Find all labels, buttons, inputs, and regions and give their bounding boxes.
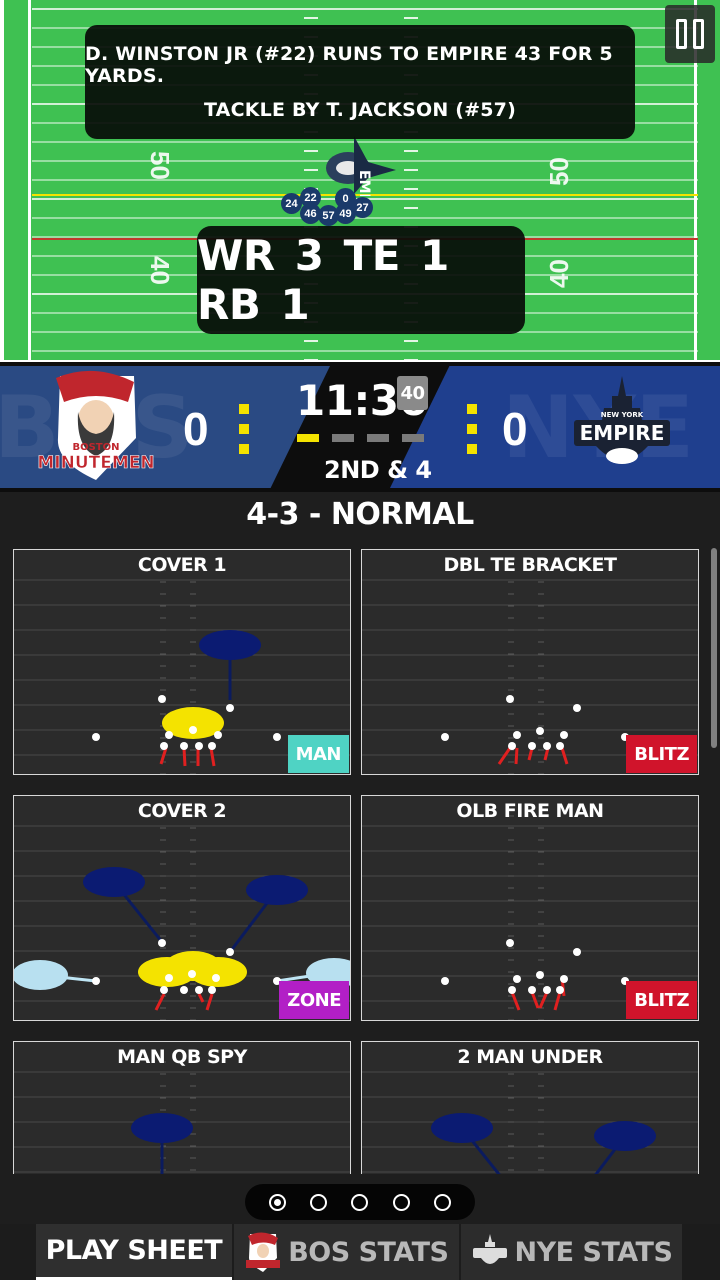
yard-line: [32, 350, 698, 352]
page-dot[interactable]: [310, 1193, 328, 1211]
coverage-tag: ZONE: [279, 981, 349, 1019]
hash-mark: [404, 207, 418, 209]
play-result-line-2: TACKLE BY T. JACKSON (#57): [203, 99, 516, 121]
play-title: 2 MAN UNDER: [457, 1046, 603, 1068]
page-indicator: [245, 1184, 475, 1220]
left-sideline: [28, 0, 31, 360]
hash-mark: [404, 359, 418, 361]
play-title: MAN QB SPY: [117, 1046, 247, 1068]
pause-button[interactable]: [665, 5, 715, 63]
down-marker: [402, 434, 424, 442]
down-marker: [332, 434, 354, 442]
home-timeouts: [239, 404, 249, 454]
away-timeouts: [467, 404, 477, 454]
page-dot[interactable]: [433, 1193, 451, 1211]
hash-mark: [404, 150, 418, 152]
away-score: 0: [502, 403, 528, 455]
play-result-line-1: D. WINSTON JR (#22) RUNS TO EMPIRE 43 FO…: [85, 43, 613, 87]
coverage-tag: MAN: [287, 735, 349, 773]
down-marker: [367, 434, 389, 442]
bottom-tab-bar: PLAY SHEET BOS STATS NYE STATS: [0, 1224, 720, 1280]
pause-icon: [676, 19, 687, 49]
home-team-line1: BOSTON: [72, 442, 119, 453]
scoreboard: BOS BOSTON MINUTEMEN 0 NYE 0 NEW YORK EM…: [0, 362, 720, 492]
tab-bos-stats[interactable]: BOS STATS: [234, 1224, 459, 1280]
hash-mark: [304, 150, 318, 152]
hash-mark: [304, 169, 318, 171]
new-york-empire-logo: [472, 1234, 507, 1264]
hash-mark: [304, 359, 318, 361]
play-card-man-qb-spy[interactable]: MAN QB SPY: [13, 1041, 351, 1174]
svg-text:EMPIRE: EMPIRE: [356, 170, 372, 196]
play-result-banner: D. WINSTON JR (#22) RUNS TO EMPIRE 43 FO…: [85, 25, 635, 139]
personnel-banner: WR 3 TE 1 RB 1: [197, 226, 525, 334]
hash-mark: [404, 17, 418, 19]
player-marker: 24: [281, 193, 302, 214]
yard-number: 50: [543, 157, 574, 186]
play-title: OLB FIRE MAN: [456, 800, 604, 822]
page-dot[interactable]: [392, 1193, 410, 1211]
page-dot[interactable]: [269, 1193, 287, 1211]
yard-number: 40: [543, 259, 574, 288]
away-team-line2: EMPIRE: [580, 421, 665, 445]
down-marker: [297, 434, 319, 442]
play-card-dbl-te-bracket[interactable]: DBL TE BRACKET BLITZ: [361, 549, 699, 775]
play-card-2-man-under[interactable]: 2 MAN UNDER: [361, 1041, 699, 1174]
boston-minutemen-logo: BOSTON MINUTEMEN: [38, 370, 154, 480]
tab-label: NYE STATS: [514, 1236, 673, 1268]
play-clock: 40: [397, 376, 428, 410]
scrollbar[interactable]: [711, 548, 717, 748]
tab-nye-stats[interactable]: NYE STATS: [460, 1224, 683, 1280]
play-title: COVER 1: [137, 554, 227, 576]
play-card-cover-1[interactable]: COVER 1 MAN: [13, 549, 351, 775]
play-sheet-grid: COVER 1 MAN DBL TE BRACKET BLITZ COVER 2…: [0, 548, 720, 1174]
player-marker: 27: [352, 197, 373, 218]
hash-mark: [304, 340, 318, 342]
yard-line: [32, 8, 698, 10]
play-title: DBL TE BRACKET: [443, 554, 617, 576]
play-title: COVER 2: [137, 800, 227, 822]
play-card-olb-fire-man[interactable]: OLB FIRE MAN BLITZ: [361, 795, 699, 1021]
new-york-empire-logo: NEW YORK EMPIRE: [574, 376, 670, 464]
boston-minutemen-logo: [246, 1232, 281, 1272]
yard-number: 40: [144, 256, 175, 285]
home-score: 0: [183, 403, 209, 455]
away-team-panel: NYE 0 NEW YORK EMPIRE: [390, 366, 720, 488]
hash-mark: [404, 188, 418, 190]
page-dot[interactable]: [351, 1193, 369, 1211]
coverage-tag: BLITZ: [626, 735, 697, 773]
field-view: 50 50 40 40 EMPIRE 24 22 46 57 0 49 27 D…: [0, 0, 720, 362]
home-team-line2: MINUTEMEN: [38, 453, 154, 473]
yard-number: 50: [144, 151, 175, 180]
hash-mark: [404, 340, 418, 342]
hash-mark: [304, 17, 318, 19]
tab-play-sheet[interactable]: PLAY SHEET: [35, 1224, 233, 1280]
tab-label: BOS STATS: [288, 1236, 449, 1268]
play-card-cover-2[interactable]: COVER 2 ZONE: [13, 795, 351, 1021]
pause-icon: [693, 19, 704, 49]
home-team-panel: BOS BOSTON MINUTEMEN 0: [0, 366, 330, 488]
down-and-distance: 2ND & 4: [324, 456, 432, 484]
tab-label: PLAY SHEET: [45, 1235, 223, 1266]
midfield-empire-logo: EMPIRE: [326, 136, 396, 196]
formation-title: 4-3 - NORMAL: [246, 497, 474, 532]
away-team-line1: NEW YORK: [601, 411, 644, 419]
hash-mark: [404, 169, 418, 171]
down-indicator: [297, 434, 424, 442]
coverage-tag: BLITZ: [626, 981, 697, 1019]
